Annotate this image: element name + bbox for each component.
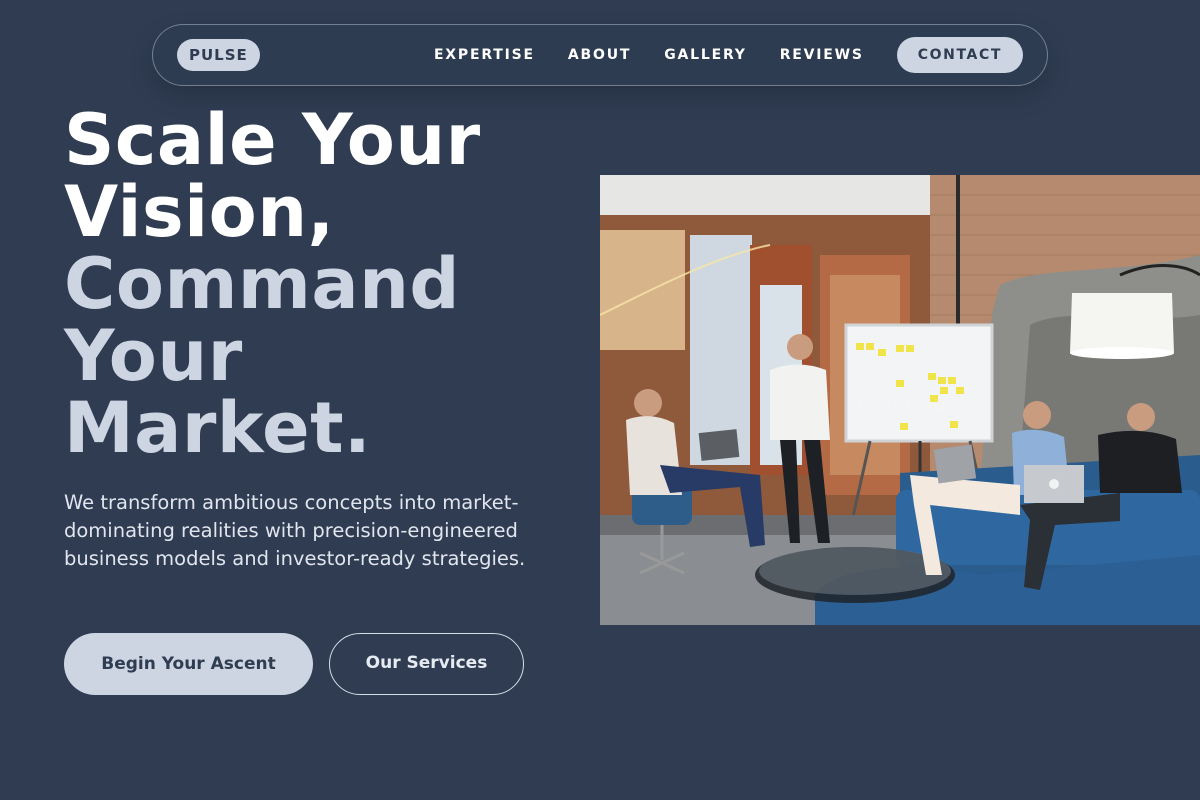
headline-line-5: Market. <box>64 387 372 469</box>
nav-link-expertise[interactable]: EXPERTISE <box>434 47 535 63</box>
image-watermark-text: ambitious <box>850 392 959 417</box>
nav-links: EXPERTISE ABOUT GALLERY REVIEWS CONTACT <box>434 37 1023 73</box>
contact-button[interactable]: CONTACT <box>896 37 1023 73</box>
headline-line-1: Scale Your <box>64 99 481 181</box>
begin-ascent-button[interactable]: Begin Your Ascent <box>64 633 313 695</box>
nav-link-reviews[interactable]: REVIEWS <box>780 47 864 63</box>
our-services-button[interactable]: Our Services <box>329 633 524 695</box>
top-nav: PULSE EXPERTISE ABOUT GALLERY REVIEWS CO… <box>152 24 1048 86</box>
headline-line-4: Your <box>64 315 243 397</box>
hero-subtext: We transform ambitious concepts into mar… <box>64 491 526 570</box>
nav-link-gallery[interactable]: GALLERY <box>664 47 746 63</box>
brand-logo[interactable]: PULSE <box>177 39 260 71</box>
hero-headline: Scale Your Vision, Command Your Market. <box>64 104 564 464</box>
headline-line-2: Vision, <box>64 171 335 253</box>
nav-link-about[interactable]: ABOUT <box>568 47 631 63</box>
headline-line-3: Command <box>64 243 461 325</box>
hero-office-photo: ambitious <box>600 175 1200 625</box>
